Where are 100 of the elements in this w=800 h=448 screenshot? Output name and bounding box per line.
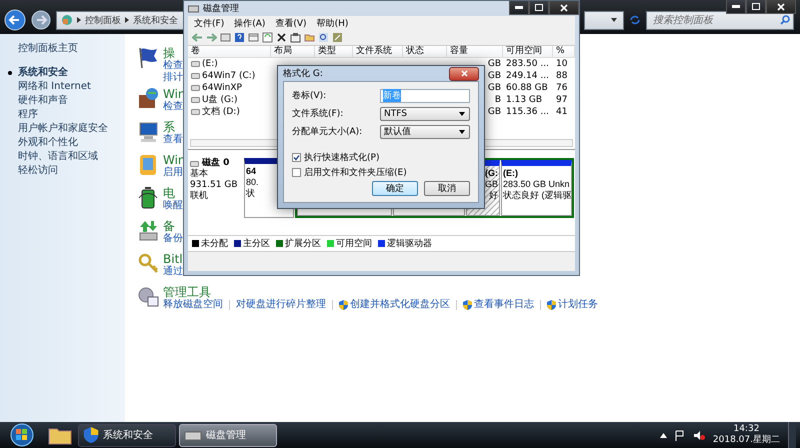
table-cell-text: 文档 (D:) bbox=[202, 106, 241, 118]
pane-icon[interactable] bbox=[248, 32, 259, 43]
menu-item[interactable]: 文件(F) bbox=[194, 16, 224, 30]
minimize-button[interactable] bbox=[726, 0, 746, 14]
nav-link[interactable]: 控制面板主页 bbox=[18, 43, 78, 54]
nav-link[interactable]: 硬件和声音 bbox=[18, 95, 68, 106]
task-link[interactable]: 备份 bbox=[163, 233, 183, 245]
category-title[interactable]: 操 bbox=[163, 46, 183, 60]
table-cell-text: 64Win7 (C:) bbox=[202, 70, 256, 82]
nav-link[interactable]: 程序 bbox=[18, 109, 38, 120]
close-icon bbox=[460, 70, 468, 77]
legend-label: 可用空间 bbox=[336, 238, 372, 250]
maximize-button[interactable] bbox=[746, 0, 766, 14]
table-cell-text: 1.13 GB bbox=[505, 94, 544, 106]
address-bar[interactable]: 控制面板 系统和安全 bbox=[56, 10, 184, 30]
category-title[interactable]: 备 bbox=[163, 219, 183, 233]
breadcrumb-item[interactable]: 系统和安全 bbox=[133, 14, 178, 26]
column-header[interactable]: 布局 bbox=[271, 46, 315, 58]
menu-item[interactable]: 帮助(H) bbox=[316, 16, 348, 30]
column-header[interactable]: 容量 bbox=[447, 46, 503, 58]
maximize-icon bbox=[752, 3, 760, 10]
dialog-button[interactable]: 取消 bbox=[424, 181, 470, 196]
task-link[interactable]: 查看 bbox=[163, 134, 183, 146]
checkbox[interactable] bbox=[292, 168, 301, 176]
disk-drive-icon bbox=[188, 4, 199, 13]
dropdown[interactable]: NTFS bbox=[380, 106, 470, 120]
nav-link[interactable]: 网络和 Internet bbox=[18, 81, 91, 92]
table-cell-text: GB bbox=[488, 70, 502, 82]
column-header[interactable]: 文件系统 bbox=[353, 46, 403, 58]
table-cell-text: B bbox=[494, 94, 502, 106]
nav-link[interactable]: 用户帐户和家庭安全 bbox=[18, 123, 108, 134]
table-cell-text: 10 bbox=[555, 58, 568, 70]
task-link[interactable]: 启用 bbox=[163, 167, 186, 179]
minimize-icon bbox=[732, 5, 740, 8]
task-link[interactable]: 检查 bbox=[163, 101, 186, 113]
partition-text: 好 bbox=[489, 190, 498, 201]
forward-button[interactable] bbox=[30, 9, 52, 31]
breadcrumb-item[interactable]: 控制面板 bbox=[85, 14, 121, 26]
computer-icon bbox=[137, 120, 159, 144]
disk-status: 联机 bbox=[190, 191, 209, 202]
task-link[interactable]: 检查 bbox=[163, 60, 183, 72]
task-link[interactable]: 通过 bbox=[163, 266, 183, 278]
category-title[interactable]: Bitl bbox=[163, 252, 183, 266]
column-header[interactable]: 类型 bbox=[315, 46, 353, 58]
address-dropdown[interactable] bbox=[584, 10, 624, 30]
muted-speaker-icon[interactable] bbox=[692, 430, 705, 440]
delete-icon[interactable] bbox=[276, 32, 287, 43]
task-link[interactable]: 排计 bbox=[163, 72, 183, 84]
show-hidden-icons-arrow[interactable] bbox=[660, 432, 667, 438]
taskbar-button[interactable]: 系统和安全 bbox=[78, 424, 176, 446]
checkbox[interactable] bbox=[292, 152, 301, 162]
partition-block[interactable]: (E:) 283.50 GB Unkn 状态良好 (逻辑驱 bbox=[501, 160, 572, 216]
dialog-button[interactable]: 确定 bbox=[372, 181, 418, 196]
help-icon[interactable] bbox=[234, 32, 245, 43]
category-title[interactable]: 电 bbox=[163, 186, 183, 200]
table-cell-text: 97 bbox=[555, 94, 568, 106]
nav-link[interactable]: 轻松访问 bbox=[18, 165, 58, 176]
minimize-button[interactable] bbox=[509, 1, 529, 15]
back-button[interactable] bbox=[4, 9, 26, 31]
task-link[interactable]: 释放磁盘空间 bbox=[163, 299, 223, 311]
column-header[interactable]: 卷 bbox=[188, 46, 271, 58]
column-header[interactable]: 状态 bbox=[403, 46, 447, 58]
menu-item[interactable]: 操作(A) bbox=[234, 16, 266, 30]
dropdown[interactable]: 默认值 bbox=[380, 124, 470, 138]
task-link[interactable]: 创建并格式化硬盘分区 bbox=[350, 299, 450, 311]
column-header[interactable]: % bbox=[553, 46, 575, 58]
task-link[interactable]: 查看事件日志 bbox=[474, 299, 534, 311]
legend-label: 主分区 bbox=[243, 238, 270, 250]
table-cell-text: 249.14 ... bbox=[505, 70, 550, 82]
refresh-icon[interactable] bbox=[628, 13, 642, 27]
nav-link[interactable]: 外观和个性化 bbox=[18, 137, 78, 148]
table-cell-text: GB bbox=[488, 106, 502, 118]
close-button[interactable] bbox=[449, 66, 479, 80]
close-icon bbox=[777, 2, 785, 10]
close-button[interactable] bbox=[549, 1, 579, 15]
dropdown-arrow-icon bbox=[459, 112, 465, 116]
nav-link[interactable]: 系统和安全 bbox=[8, 67, 68, 78]
refresh-icon[interactable] bbox=[262, 32, 273, 43]
task-link[interactable]: 计划任务 bbox=[558, 299, 598, 311]
console-icon[interactable] bbox=[220, 32, 231, 43]
close-button[interactable] bbox=[766, 0, 796, 14]
legend-label: 扩展分区 bbox=[285, 238, 321, 250]
column-header[interactable]: 可用空间 bbox=[503, 46, 553, 58]
menu-item[interactable]: 查看(V) bbox=[275, 16, 307, 30]
table-cell-text: GB bbox=[488, 82, 502, 94]
task-link[interactable]: 唤醒 bbox=[163, 200, 183, 212]
category-title[interactable]: 管理工具 bbox=[163, 285, 598, 299]
category-title[interactable]: 系 bbox=[163, 120, 183, 134]
clock[interactable]: 14:32 2018.07.星期二 bbox=[712, 424, 780, 446]
maximize-button[interactable] bbox=[529, 1, 549, 15]
properties-icon[interactable] bbox=[290, 32, 301, 43]
flag-icon[interactable] bbox=[674, 430, 685, 440]
battery-icon bbox=[137, 186, 159, 210]
open-folder-icon[interactable] bbox=[304, 32, 315, 43]
taskbar-button[interactable]: 磁盘管理 bbox=[179, 424, 277, 446]
nav-link[interactable]: 时钟、语言和区域 bbox=[18, 151, 98, 162]
backup-drive-icon bbox=[137, 219, 159, 243]
control-panel-icon bbox=[61, 14, 73, 26]
task-link[interactable]: 对硬盘进行碎片整理 bbox=[236, 299, 326, 311]
dropdown-arrow-icon bbox=[611, 18, 617, 22]
